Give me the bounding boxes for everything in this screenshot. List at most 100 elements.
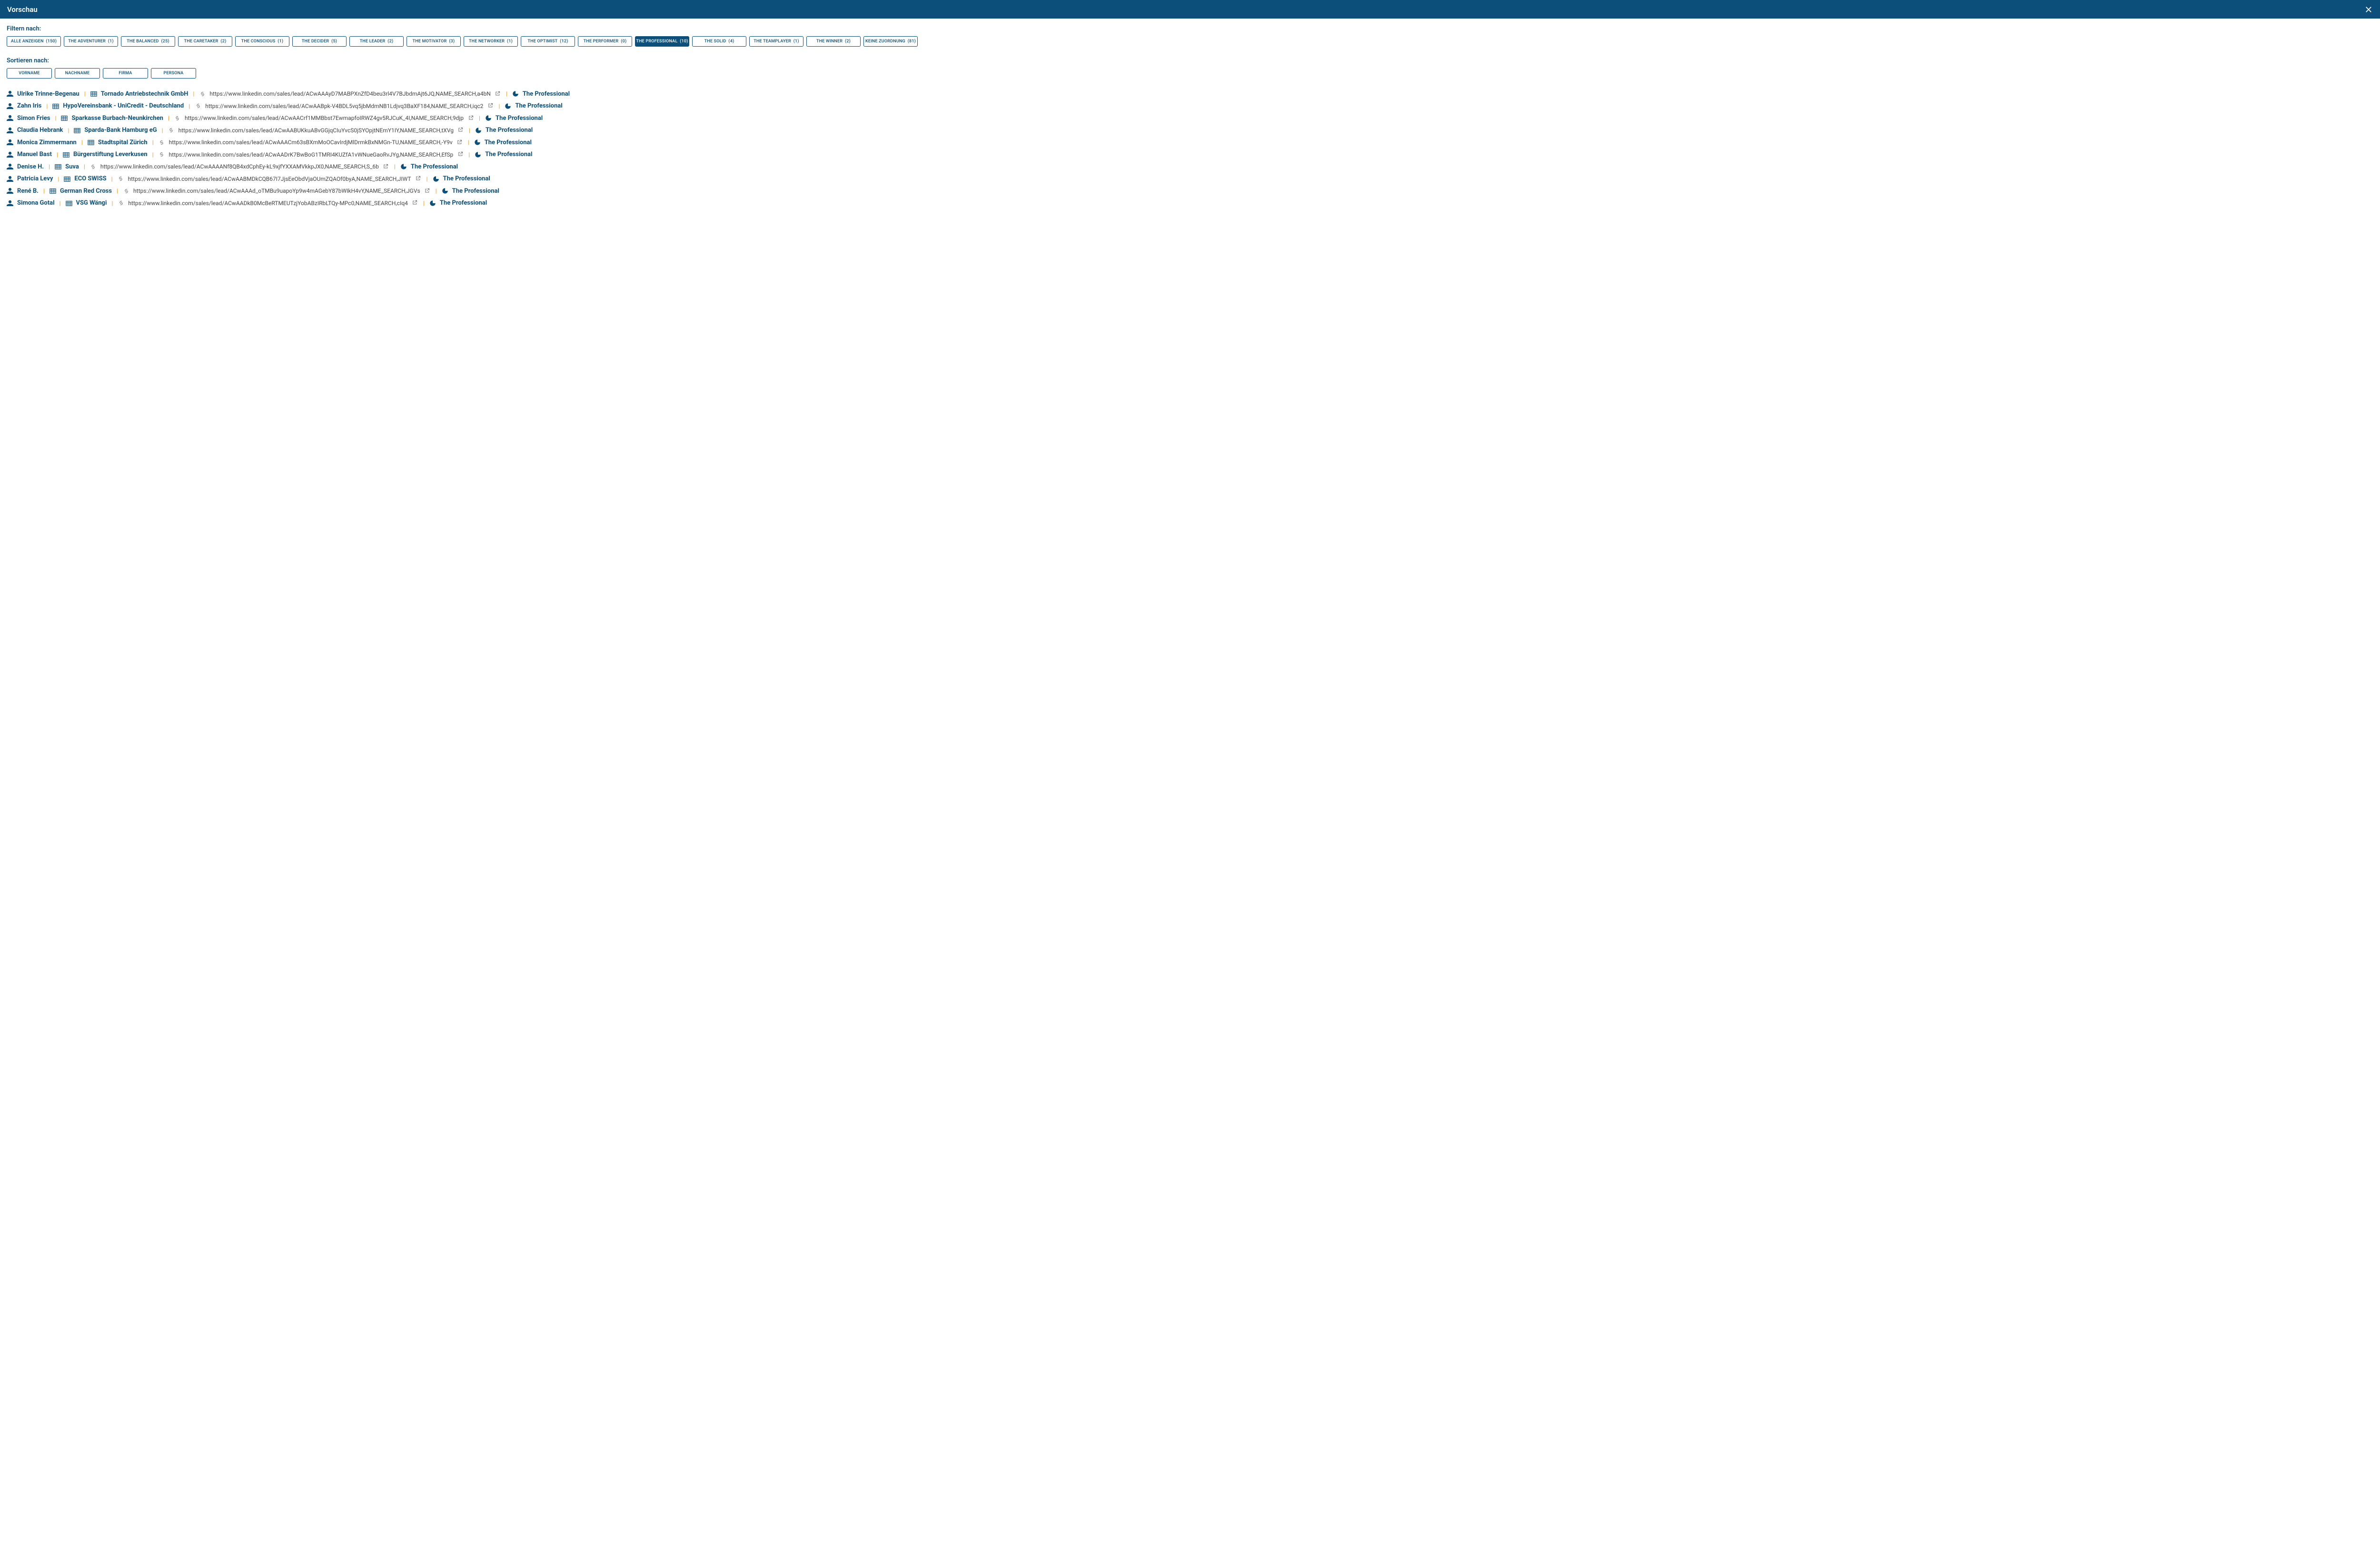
- filter-chip-count: 2: [222, 39, 225, 44]
- company-name[interactable]: Sparda-Bank Hamburg eG: [84, 127, 157, 134]
- list-item: Manuel Bast|Bürgerstiftung Leverkusen|ht…: [7, 151, 2373, 159]
- separator: |: [54, 115, 57, 121]
- sort-chip[interactable]: FIRMA: [103, 68, 148, 79]
- lead-url: https://www.linkedin.com/sales/lead/ACwA…: [169, 151, 454, 158]
- company-icon: [66, 200, 72, 207]
- filter-chip-count: 12: [562, 39, 567, 44]
- persona-label[interactable]: The Professional: [523, 90, 570, 98]
- person-name[interactable]: Claudia Hebrank: [17, 127, 63, 134]
- company-name[interactable]: Stadtspital Zürich: [98, 139, 148, 146]
- persona-label[interactable]: The Professional: [443, 175, 490, 182]
- filter-chip[interactable]: THE CARETAKER (2): [178, 36, 232, 47]
- lead-url: https://www.linkedin.com/sales/lead/ACwA…: [128, 200, 407, 207]
- list-item: Claudia Hebrank|Sparda-Bank Hamburg eG|h…: [7, 127, 2373, 135]
- company-name[interactable]: Suva: [65, 163, 79, 170]
- filter-chip[interactable]: THE OPTIMIST (12): [521, 36, 575, 47]
- company-icon: [50, 188, 56, 194]
- separator: |: [422, 200, 426, 207]
- filter-chip-label: THE SOLID: [704, 39, 726, 44]
- persona-label[interactable]: The Professional: [440, 199, 487, 207]
- filter-chip-count: 5: [333, 39, 335, 44]
- filter-chip-count: 10: [682, 39, 687, 44]
- filter-chip[interactable]: THE TEAMPLAYER (1): [749, 36, 803, 47]
- company-name[interactable]: VSG Wängi: [76, 199, 107, 207]
- filter-chip[interactable]: THE MOTIVATOR (3): [407, 36, 461, 47]
- open-external-icon: [457, 127, 464, 133]
- filter-chip[interactable]: THE DECIDER (5): [292, 36, 347, 47]
- company-name[interactable]: German Red Cross: [60, 188, 112, 195]
- filter-chip[interactable]: KEINE ZUORDNUNG (81): [863, 36, 918, 47]
- separator: |: [467, 151, 471, 158]
- lead-url: https://www.linkedin.com/sales/lead/ACwA…: [178, 127, 454, 134]
- link-icon: [159, 151, 165, 158]
- person-icon: [7, 163, 13, 170]
- sort-chip[interactable]: PERSONA: [151, 68, 196, 79]
- separator: |: [110, 176, 114, 182]
- persona-label[interactable]: The Professional: [452, 188, 499, 195]
- company-name[interactable]: Tornado Antriebstechnik GmbH: [101, 90, 188, 98]
- sort-chip[interactable]: NACHNAME: [55, 68, 100, 79]
- open-external-button[interactable]: [456, 138, 463, 147]
- person-name[interactable]: Simon Fries: [17, 115, 50, 122]
- open-external-button[interactable]: [424, 187, 431, 195]
- person-name[interactable]: Ulrike Trinne-Begenau: [17, 90, 79, 98]
- open-external-button[interactable]: [487, 102, 494, 110]
- filter-chip[interactable]: THE WINNER (2): [806, 36, 861, 47]
- person-icon: [7, 90, 13, 97]
- filter-chip[interactable]: THE SOLID (4): [692, 36, 746, 47]
- open-external-button[interactable]: [457, 151, 464, 159]
- person-name[interactable]: Simona Gotal: [17, 199, 55, 207]
- person-name[interactable]: Denise H.: [17, 163, 44, 170]
- persona-label[interactable]: The Professional: [496, 115, 543, 122]
- filter-chip[interactable]: THE LEADER (2): [349, 36, 404, 47]
- filter-chip-count: 3: [451, 39, 453, 44]
- list-item: Ulrike Trinne-Begenau | Tornado Antriebste…: [7, 90, 2373, 98]
- separator: |: [435, 188, 438, 194]
- sort-label: Sortieren nach:: [7, 57, 2373, 64]
- open-external-button[interactable]: [467, 114, 474, 122]
- persona-label[interactable]: The Professional: [411, 163, 458, 170]
- person-name[interactable]: Manuel Bast: [17, 151, 52, 158]
- filter-chip-label: THE PERFORMER: [584, 39, 619, 44]
- filter-chip[interactable]: THE ADVENTURER (1): [64, 36, 118, 47]
- person-name[interactable]: René B.: [17, 188, 39, 195]
- persona-label[interactable]: The Professional: [485, 139, 532, 146]
- filter-label: Filtern nach:: [7, 25, 2373, 32]
- link-icon: [118, 176, 124, 182]
- separator: |: [426, 176, 429, 182]
- filter-chip[interactable]: ALLE ANZEIGEN (150): [7, 36, 61, 47]
- company-name[interactable]: Sparkasse Burbach-Neunkirchen: [71, 115, 163, 122]
- filter-chip[interactable]: THE NETWORKER (1): [464, 36, 518, 47]
- open-external-icon: [383, 163, 389, 169]
- separator: |: [80, 139, 84, 146]
- header: Vorschau: [0, 0, 2380, 19]
- lead-url: https://www.linkedin.com/sales/lead/ACwA…: [100, 163, 379, 170]
- filter-chip[interactable]: THE BALANCED (25): [121, 36, 175, 47]
- open-external-button[interactable]: [383, 163, 389, 171]
- list-item: Denise H.|Suva|https://www.linkedin.com/…: [7, 163, 2373, 171]
- link-icon: [174, 115, 181, 121]
- open-external-button[interactable]: [457, 127, 464, 135]
- open-external-button[interactable]: [415, 175, 422, 183]
- filter-chip-label: THE BALANCED: [127, 39, 159, 44]
- company-name[interactable]: ECO SWISS: [74, 175, 106, 182]
- open-external-button[interactable]: [412, 199, 418, 208]
- person-name[interactable]: Patricia Levy: [17, 175, 53, 182]
- persona-label[interactable]: The Professional: [485, 151, 532, 158]
- close-button[interactable]: [2364, 5, 2373, 14]
- filter-chip[interactable]: THE PERFORMER (0): [578, 36, 632, 47]
- filter-chip[interactable]: THE PROFESSIONAL (10): [635, 36, 689, 47]
- company-name[interactable]: HypoVereinsbank - UniCredit - Deutschlan…: [63, 102, 184, 109]
- person-name[interactable]: Monica Zimmermann: [17, 139, 77, 146]
- sort-chip[interactable]: VORNAME: [7, 68, 52, 79]
- separator: |: [505, 90, 508, 97]
- filter-chip[interactable]: THE CONSCIOUS (1): [235, 36, 289, 47]
- filter-chip-label: THE DECIDER: [302, 39, 329, 44]
- link-icon: [123, 188, 129, 194]
- lead-url: https://www.linkedin.com/sales/lead/ACwA…: [205, 103, 483, 109]
- persona-label[interactable]: The Professional: [515, 102, 562, 109]
- company-name[interactable]: Bürgerstiftung Leverkusen: [73, 151, 148, 158]
- person-name[interactable]: Zahn Iris: [17, 102, 41, 109]
- open-external-button[interactable]: [495, 90, 501, 98]
- persona-label[interactable]: The Professional: [486, 127, 533, 134]
